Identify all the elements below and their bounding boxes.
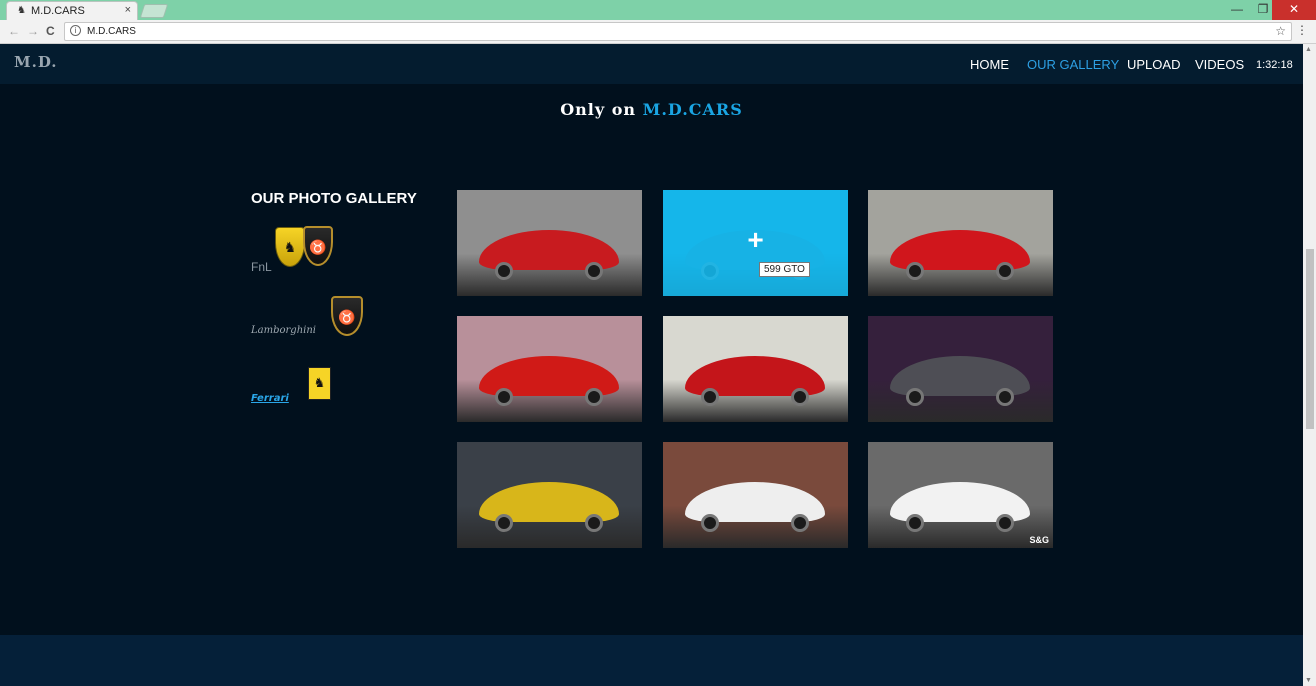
yellow-ferrari-f430-photo[interactable] — [457, 442, 642, 548]
ferrari-badge-icon: ♞ — [308, 367, 331, 400]
forward-arrow-icon[interactable]: → — [27, 24, 39, 38]
car-wheel — [996, 388, 1014, 406]
car-wheel — [906, 262, 924, 280]
car-wheel — [585, 388, 603, 406]
brand-label-lamborghini: Lamborghini — [251, 325, 316, 336]
car-wheel — [906, 388, 924, 406]
address-url: M.D.CARS — [87, 26, 136, 37]
brand-link-lamborghini[interactable]: Lamborghini ♉ — [251, 295, 371, 345]
photo-watermark: S&G — [1029, 535, 1049, 545]
browser-tab[interactable]: ♞ M.D.CARS × — [6, 1, 138, 20]
car-wheel — [585, 514, 603, 532]
tab-close-icon[interactable]: × — [125, 4, 131, 16]
car-wheel — [701, 514, 719, 532]
expand-plus-icon[interactable]: + — [663, 226, 848, 254]
tagline-prefix: Only on — [560, 100, 643, 119]
car-wheel — [791, 514, 809, 532]
browser-toolbar: ← → C i M.D.CARS ☆ ⋮ — [0, 20, 1316, 44]
white-laferrari-photo[interactable] — [663, 442, 848, 548]
new-tab-button[interactable] — [139, 4, 169, 18]
car-wheel — [495, 514, 513, 532]
window-close-button[interactable]: ✕ — [1272, 0, 1316, 20]
car-wheel — [996, 262, 1014, 280]
nav-our-gallery[interactable]: OUR GALLERY — [1027, 57, 1119, 72]
lamborghini-shield-icon: ♉ — [331, 296, 363, 336]
red-ferrari-458-speciale-photo[interactable] — [457, 190, 642, 296]
brand-link-fnl[interactable]: FnL ♞ ♉ — [251, 225, 351, 275]
car-wheel — [906, 514, 924, 532]
red-ferrari-348-photo[interactable] — [457, 316, 642, 422]
tagline-brand: M.D.CARS — [642, 100, 743, 119]
white-ferrari-f12-tdf-photo[interactable]: S&G — [868, 442, 1053, 548]
nav-home[interactable]: HOME — [970, 57, 1009, 72]
car-wheel — [791, 388, 809, 406]
nav-upload[interactable]: UPLOAD — [1127, 57, 1180, 72]
browser-tab-bar: ♞ M.D.CARS × — ❐ ✕ — [0, 0, 1316, 20]
gallery-title: OUR PHOTO GALLERY — [251, 190, 417, 207]
grey-ferrari-f12-photo[interactable] — [868, 316, 1053, 422]
site-favicon-icon: ♞ — [17, 5, 26, 16]
car-wheel — [495, 388, 513, 406]
brand-label-fnl: FnL — [251, 260, 272, 274]
car-wheel — [585, 262, 603, 280]
scrollbar-thumb[interactable] — [1306, 249, 1314, 429]
scroll-up-icon[interactable]: ▲ — [1305, 46, 1312, 53]
red-ferrari-enzo-photo[interactable] — [868, 190, 1053, 296]
brand-label-ferrari: Ferrari — [251, 393, 289, 404]
red-ferrari-f355-photo[interactable] — [663, 316, 848, 422]
site-logo[interactable]: M.D. — [14, 53, 58, 71]
ferrari-shield-icon: ♞ — [275, 227, 305, 267]
page-scrollbar[interactable]: ▲ ▼ — [1303, 44, 1316, 686]
clock: 1:32:18 — [1256, 59, 1293, 71]
back-arrow-icon[interactable]: ← — [8, 24, 20, 38]
tab-title: M.D.CARS — [31, 5, 85, 17]
info-icon[interactable]: i — [70, 25, 81, 36]
nav-videos[interactable]: VIDEOS — [1195, 57, 1244, 72]
footer — [0, 635, 1303, 686]
bookmark-star-icon[interactable]: ☆ — [1275, 24, 1286, 38]
browser-menu-icon[interactable]: ⋮ — [1296, 23, 1308, 37]
reload-icon[interactable]: C — [46, 24, 55, 38]
car-wheel — [996, 514, 1014, 532]
scroll-down-icon[interactable]: ▼ — [1305, 677, 1312, 684]
site-header: M.D. HOME OUR GALLERY UPLOAD VIDEOS 1:32… — [0, 44, 1303, 84]
lamborghini-shield-icon: ♉ — [303, 226, 333, 266]
address-bar[interactable]: i M.D.CARS ☆ — [64, 22, 1292, 41]
tagline: Only on M.D.CARS — [0, 100, 1303, 119]
photo-caption-tooltip: 599 GTO — [759, 262, 810, 277]
brand-link-ferrari[interactable]: Ferrari ♞ — [251, 365, 341, 405]
599-gto-photo[interactable]: +599 GTO — [663, 190, 848, 296]
car-wheel — [495, 262, 513, 280]
car-wheel — [701, 388, 719, 406]
